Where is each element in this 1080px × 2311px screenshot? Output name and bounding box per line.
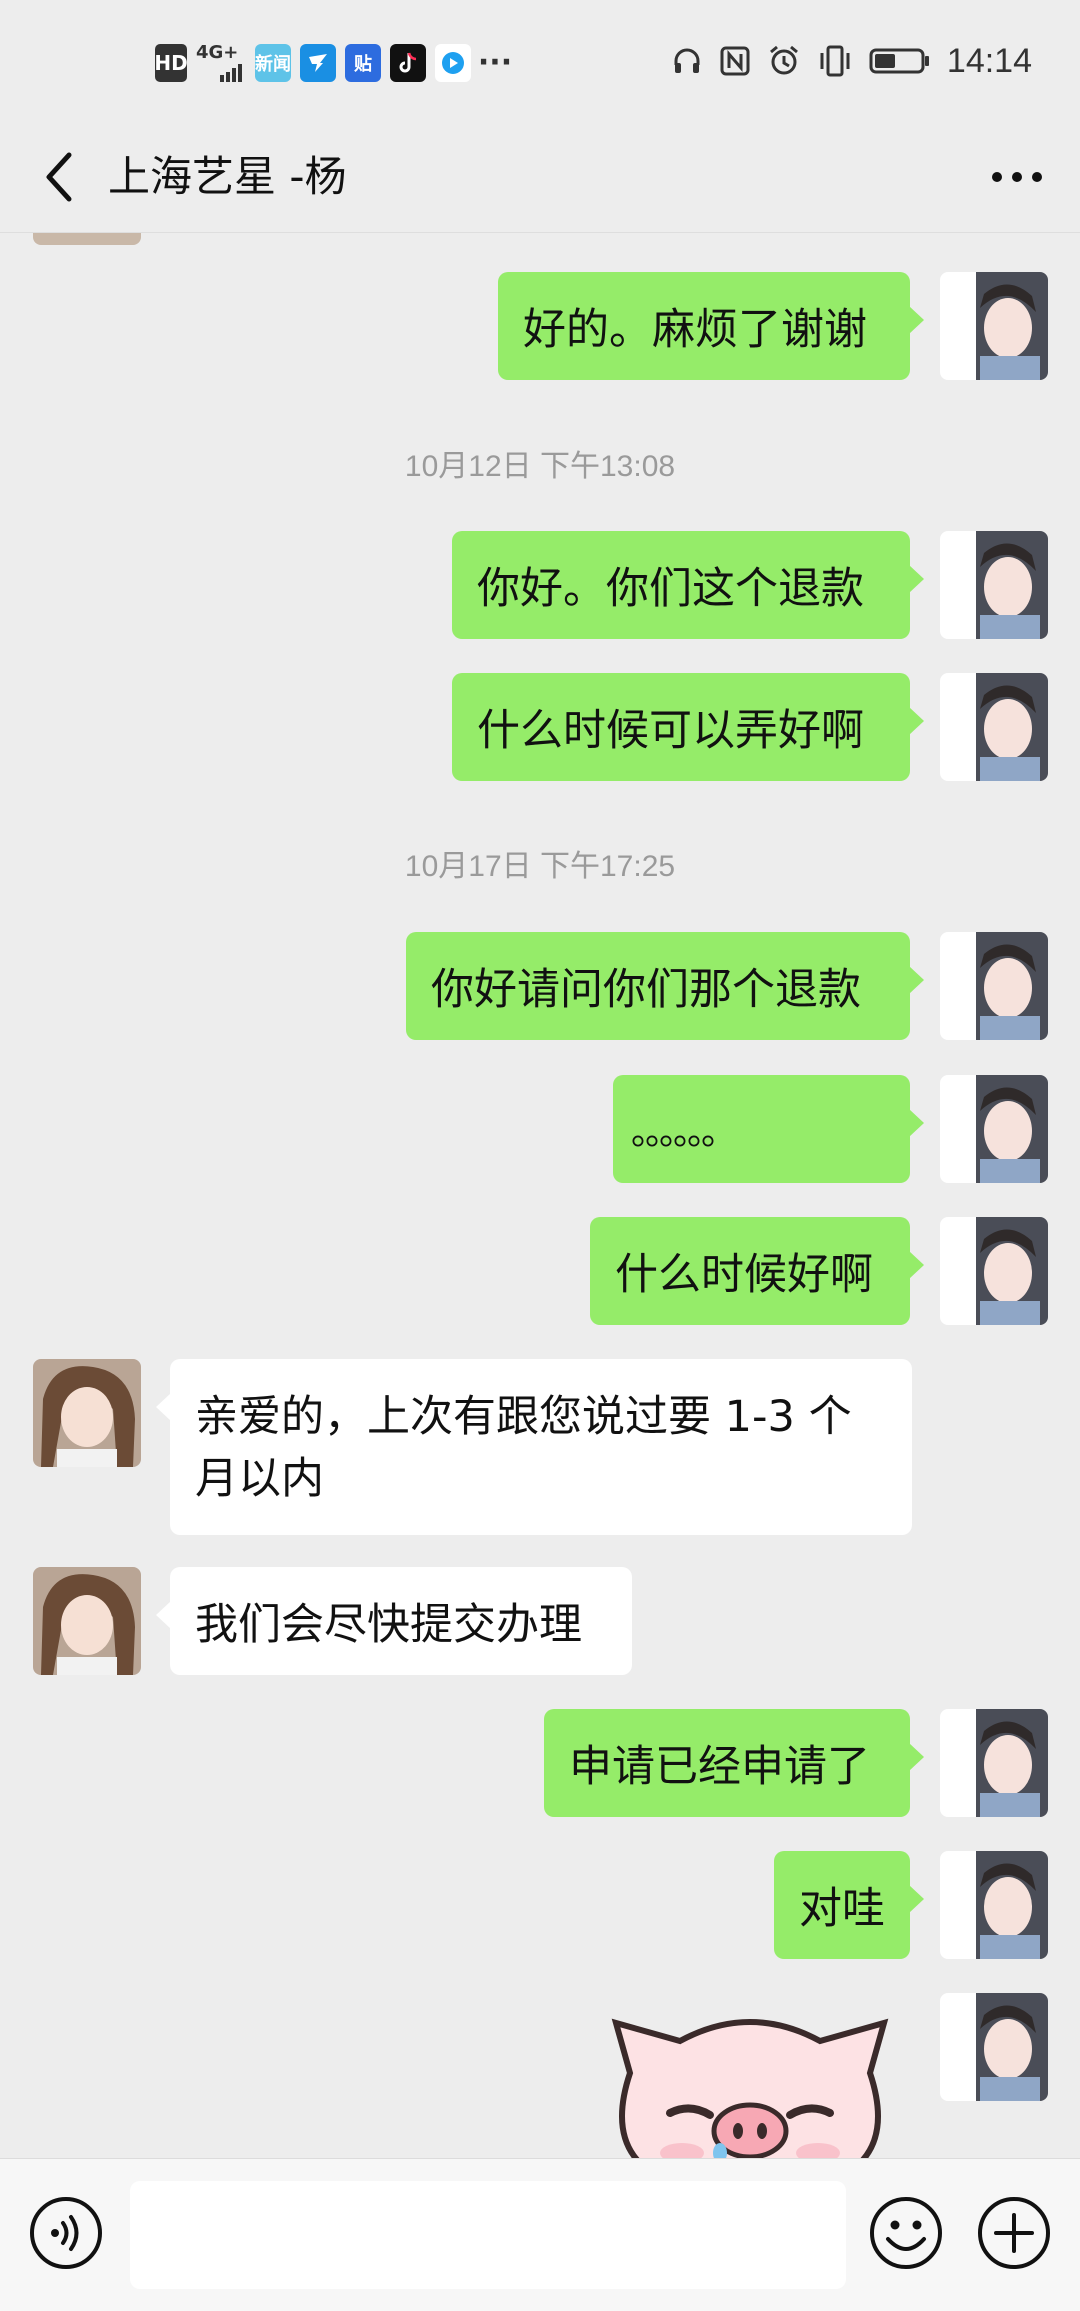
tieba-app-icon: 贴 [345,43,381,82]
contact-avatar[interactable] [33,1359,141,1467]
message-timestamp: 10月17日 下午17:25 [404,850,676,883]
tiktok-app-icon [390,43,426,82]
user-avatar[interactable] [940,932,1048,1040]
signal-icon: 4G+ [196,43,246,82]
message-bubble-incoming[interactable]: 亲爱的，上次有跟您说过要 1-3 个月以内 [156,1359,912,1535]
voice-icon [30,2197,102,2269]
message-bubble-outgoing[interactable]: 什么时候好啊 [590,1217,924,1325]
message-bubble-outgoing[interactable]: 对哇 [774,1851,924,1959]
user-avatar[interactable] [940,1993,1048,2101]
headphones-icon [674,48,700,73]
message-text-field[interactable] [130,2181,846,2289]
battery-icon [869,48,929,74]
pig-sticker[interactable] [610,2003,890,2158]
contact-avatar[interactable] [33,233,141,245]
contact-avatar[interactable] [33,1567,141,1675]
back-button[interactable] [26,142,96,212]
user-avatar[interactable] [940,1217,1048,1325]
emoji-button[interactable] [868,2195,944,2271]
nfc-icon [720,46,750,76]
status-bar-system: 14:14 [671,36,1032,86]
message-bubble-outgoing[interactable]: 你好。你们这个退款 [452,531,924,639]
message-bubble-outgoing[interactable]: 好的。麻烦了谢谢 [498,272,924,380]
status-bar-notifications: HD 4G+ 新闻 贴 ··· [154,40,513,85]
news-app-icon: 新闻 [255,43,291,82]
chat-title: 上海艺星 -杨 [108,152,347,201]
vibrate-icon [820,45,850,77]
message-timestamp: 10月12日 下午13:08 [404,450,676,483]
message-bubble-outgoing[interactable]: 你好请问你们那个退款 [406,932,924,1040]
user-avatar[interactable] [940,1709,1048,1817]
user-avatar[interactable] [940,531,1048,639]
message-bubble-outgoing[interactable]: 。。。。。。 [613,1075,924,1183]
youku-app-icon [435,43,471,82]
chat-header: 上海艺星 -杨 [0,120,1080,233]
user-avatar[interactable] [940,1075,1048,1183]
message-bubble-incoming[interactable]: 我们会尽快提交办理 [156,1567,632,1675]
user-avatar[interactable] [940,272,1048,380]
user-avatar[interactable] [940,673,1048,781]
message-list[interactable]: 好的。麻烦了谢谢 10月12日 下午13:08 你好。你们这个退款 什么时候可以… [0,233,1080,2158]
message-bubble-outgoing[interactable]: 什么时候可以弄好啊 [452,673,924,781]
more-options-button[interactable] [982,142,1052,212]
plus-icon [978,2197,1050,2269]
chevron-left-icon [46,152,72,202]
dingtalk-app-icon [300,43,336,82]
message-bubble-outgoing[interactable]: 申请已经申请了 [544,1709,924,1817]
smiley-icon [870,2197,942,2269]
voice-input-button[interactable] [28,2195,104,2271]
message-input-bar [0,2158,1080,2311]
more-functions-button[interactable] [976,2195,1052,2271]
more-dots-icon [992,172,1042,182]
alarm-icon [769,45,798,75]
more-notifications-icon: ··· [477,45,513,80]
clock: 14:14 [946,41,1032,80]
hd-icon: HD [154,43,188,82]
status-bar: HD 4G+ 新闻 贴 ··· 14:14 [0,0,1080,120]
user-avatar[interactable] [940,1851,1048,1959]
